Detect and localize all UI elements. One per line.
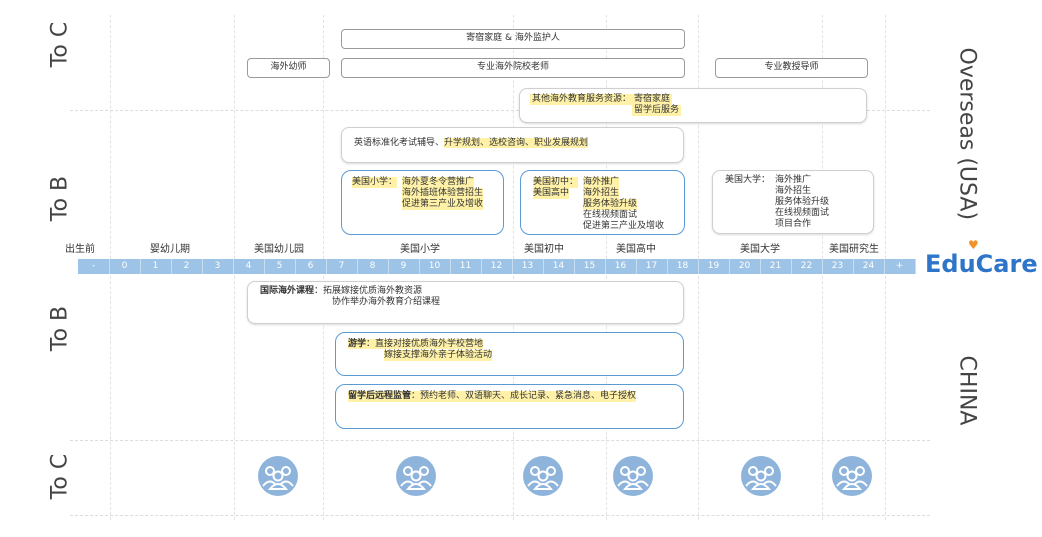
age-tick: 3: [202, 259, 234, 274]
school-teacher-box: 专业海外院校老师: [341, 58, 685, 78]
tour-line: ：直接对接优质海外学校营地: [366, 339, 484, 349]
age-tick: 17: [636, 259, 668, 274]
age-tick: 21: [760, 259, 792, 274]
age-tick: +: [884, 259, 916, 274]
univ-label: 美国大学：: [725, 175, 771, 185]
middle-line: 海外招生: [583, 188, 620, 199]
primary-label: 美国小学：: [352, 177, 398, 188]
group-people-icon: [613, 456, 653, 496]
stage-label: 美国幼儿园: [254, 244, 304, 255]
age-tick: 22: [791, 259, 823, 274]
intl-course-box: 国际海外课程：拓展嫁接优质海外教资源 协作举办海外教育介绍课程: [247, 281, 684, 324]
group-people-icon: [258, 456, 298, 496]
univ-line: 服务体验升级: [775, 197, 830, 207]
university-box: 美国大学： 海外推广 海外招生 服务体验升级 在线视频面试 项目合作: [712, 170, 874, 234]
primary-line: 海外夏冬令营推广: [402, 177, 475, 188]
stage-label: 出生前: [65, 244, 95, 255]
age-tick: 16: [605, 259, 637, 274]
stage-label: 美国初中: [524, 244, 564, 255]
age-tick: -: [78, 259, 110, 274]
age-tick: 23: [822, 259, 854, 274]
age-tick: 4: [233, 259, 265, 274]
english-services-box: 英语标准化考试辅导、升学规划、选校咨询、职业发展规划: [341, 127, 684, 163]
age-tick: 18: [667, 259, 699, 274]
high-label: 美国高中: [533, 188, 570, 199]
supervision-box: 留学后远程监管：预约老师、双语聊天、成长记录、紧急消息、电子授权: [335, 384, 684, 429]
english-text: 英语标准化考试辅导、: [354, 138, 445, 148]
kinder-teacher-box: 海外幼师: [247, 58, 330, 78]
study-tour-box: 游学：直接对接优质海外学校营地 嫁接支撑海外亲子体验活动: [335, 332, 684, 376]
supervise-label: 留学后远程监管: [348, 391, 412, 401]
age-tick: 5: [264, 259, 296, 274]
label-china: CHINA: [954, 355, 980, 426]
univ-line: 海外推广: [775, 175, 812, 185]
age-tick: 7: [326, 259, 358, 274]
tour-line: 嫁接支撑海外亲子体验活动: [384, 350, 493, 361]
intl-label: 国际海外课程: [260, 286, 315, 296]
other-services-box: 其他海外教育服务资源： 寄宿家庭 留学后服务: [519, 88, 867, 123]
intl-line: ：拓展嫁接优质海外教资源: [314, 286, 423, 296]
age-tick: 0: [109, 259, 141, 274]
univ-line: 项目合作: [775, 219, 812, 229]
other-services-item: 留学后服务: [632, 105, 682, 116]
primary-school-box: 美国小学： 海外夏冬令营推广 海外插班体验营招生 促进第三产业及增收: [341, 170, 504, 235]
supervise-line: ：预约老师、双语聊天、成长记录、紧急消息、电子授权: [411, 391, 637, 401]
label-to-b-bottom: To B: [47, 305, 73, 352]
label-overseas: Overseas (USA): [954, 47, 980, 221]
age-tick: 19: [698, 259, 730, 274]
middle-line: 服务体验升级: [583, 199, 638, 210]
age-tick: 14: [543, 259, 575, 274]
age-tick: 24: [853, 259, 885, 274]
logo-care: Care: [975, 250, 1038, 278]
grid-hline: [70, 515, 930, 516]
intl-line: 协作举办海外教育介绍课程: [332, 297, 441, 307]
stage-label: 美国高中: [616, 244, 656, 255]
univ-line: 在线视频面试: [775, 208, 830, 218]
heart-icon: ♥: [968, 238, 979, 252]
middle-high-school-box: 美国初中： 美国高中 海外推广 海外招生 服务体验升级 在线视频面试 促进第三产…: [520, 170, 685, 235]
stage-label: 美国大学: [740, 244, 780, 255]
stage-label: 美国小学: [400, 244, 440, 255]
group-people-icon: [832, 456, 872, 496]
primary-line: 海外插班体验营招生: [402, 188, 484, 199]
middle-line: 海外推广: [583, 177, 620, 188]
group-people-icon: [741, 456, 781, 496]
tour-label: 游学: [348, 339, 367, 349]
group-people-icon: [396, 456, 436, 496]
middle-label: 美国初中：: [533, 177, 579, 188]
other-services-label: 其他海外教育服务资源：: [530, 94, 634, 105]
age-tick: 1: [140, 259, 172, 274]
age-tick: 2: [171, 259, 203, 274]
primary-line: 促进第三产业及增收: [402, 199, 484, 210]
label-to-c-top: To C: [47, 21, 73, 68]
age-tick: 15: [574, 259, 606, 274]
homestay-box: 寄宿家庭 & 海外监护人: [341, 29, 685, 49]
middle-line: 在线视频面试: [583, 210, 638, 220]
other-services-item: 寄宿家庭: [632, 94, 673, 105]
stage-label: 美国研究生: [829, 244, 879, 255]
age-tick: 11: [450, 259, 482, 274]
group-people-icon: [523, 456, 563, 496]
age-tick: 12: [481, 259, 513, 274]
professor-box: 专业教授导师: [715, 58, 868, 78]
age-timeline: -0 1 2 3 4 5 6 7 8 9 10 11 12 13 14 15 16 17 18 19 20 21 22 23 2…: [78, 259, 916, 274]
age-tick: 13: [512, 259, 544, 274]
educare-logo: EduCare: [925, 250, 1038, 278]
univ-line: 海外招生: [775, 186, 812, 196]
age-tick: 10: [419, 259, 451, 274]
stage-label: 婴幼儿期: [150, 244, 190, 255]
logo-edu: Edu: [925, 250, 976, 278]
middle-line: 促进第三产业及增收: [583, 221, 665, 231]
age-tick: 9: [388, 259, 420, 274]
label-to-c-bottom: To C: [47, 453, 73, 500]
age-tick: 20: [729, 259, 761, 274]
english-highlight: 升学规划、选校咨询、职业发展规划: [444, 138, 589, 148]
age-tick: 8: [357, 259, 389, 274]
grid-hline: [70, 440, 930, 441]
age-tick: 6: [295, 259, 327, 274]
